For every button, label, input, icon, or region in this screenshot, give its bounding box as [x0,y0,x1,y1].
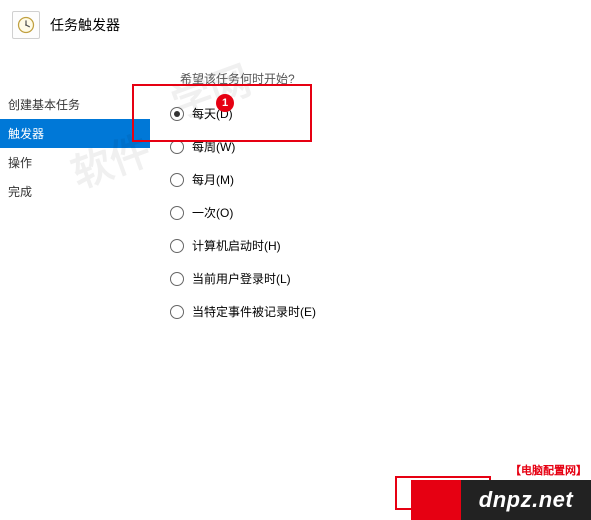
radio-icon [170,173,184,187]
sidebar-item-trigger[interactable]: 触发器 [0,119,150,148]
radio-label: 每月(M) [192,171,234,188]
radio-once[interactable]: 一次(O) [170,202,581,223]
radio-label: 当前用户登录时(L) [192,270,291,287]
radio-label: 计算机启动时(H) [192,237,281,254]
window-title: 任务触发器 [50,15,120,35]
radio-icon [170,140,184,154]
radio-label: 当特定事件被记录时(E) [192,303,316,320]
radio-icon [170,206,184,220]
watermark-text: dnpz.net [479,487,573,513]
radio-on-logon[interactable]: 当前用户登录时(L) [170,268,581,289]
main-panel: 希望该任务何时开始? 每天(D) 每周(W) 每月(M) 一次(O) [150,50,591,520]
titlebar: 任务触发器 [0,0,591,50]
radio-icon [170,272,184,286]
radio-monthly[interactable]: 每月(M) [170,169,581,190]
radio-label: 一次(O) [192,204,233,221]
trigger-radio-group: 每天(D) 每周(W) 每月(M) 一次(O) 计算机启动时(H) [170,103,581,322]
site-watermark: 【电脑配置网】 dnpz.net [411,480,591,520]
radio-icon [170,305,184,319]
watermark-caption: 【电脑配置网】 [510,462,587,478]
radio-label: 每周(W) [192,138,235,155]
watermark-body: dnpz.net [461,480,591,520]
radio-on-event[interactable]: 当特定事件被记录时(E) [170,301,581,322]
sidebar-item-finish[interactable]: 完成 [0,177,150,206]
clock-icon [12,11,40,39]
task-trigger-window: 学网 软件 任务触发器 创建基本任务 触发器 操作 完成 希望该任务何时开始? [0,0,591,520]
radio-on-boot[interactable]: 计算机启动时(H) [170,235,581,256]
radio-icon [170,107,184,121]
radio-icon [170,239,184,253]
radio-weekly[interactable]: 每周(W) [170,136,581,157]
sidebar-item-create-task[interactable]: 创建基本任务 [0,90,150,119]
sidebar-item-action[interactable]: 操作 [0,148,150,177]
prompt-text: 希望该任务何时开始? [180,70,581,87]
wizard-sidebar: 创建基本任务 触发器 操作 完成 [0,50,150,520]
annotation-badge-1: 1 [216,94,234,112]
content-area: 创建基本任务 触发器 操作 完成 希望该任务何时开始? 每天(D) 每周(W) … [0,50,591,520]
